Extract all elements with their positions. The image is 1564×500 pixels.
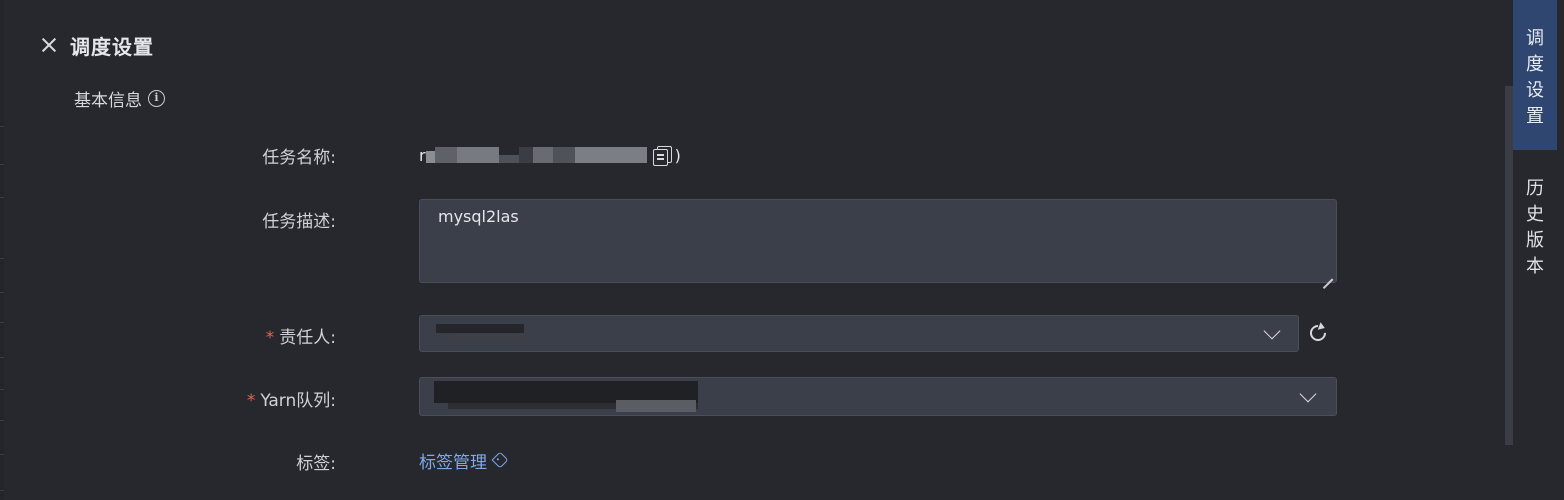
panel-header: 调度设置 bbox=[38, 30, 154, 60]
redacted-block bbox=[616, 400, 696, 412]
side-tab-char: 历 bbox=[1526, 178, 1544, 199]
redacted-block bbox=[425, 151, 435, 163]
tag-icon bbox=[491, 451, 509, 469]
info-icon[interactable]: i bbox=[148, 89, 165, 107]
schedule-settings-panel: 调度设置 基本信息 i 任务名称: r ) 任务描述: mysql2las * 责… bbox=[0, 0, 1504, 500]
copy-icon[interactable] bbox=[652, 144, 674, 166]
chevron-down-icon bbox=[1299, 385, 1317, 402]
redacted-block bbox=[456, 147, 499, 163]
left-edge bbox=[0, 0, 4, 500]
yarn-queue-label: * Yarn队列: bbox=[247, 386, 336, 411]
required-mark: * bbox=[246, 391, 256, 411]
redacted-block bbox=[434, 147, 457, 163]
side-tab-char: 调 bbox=[1526, 28, 1544, 49]
side-tab-char: 史 bbox=[1526, 204, 1544, 225]
tag-manage-text: 标签管理 bbox=[419, 452, 487, 473]
redacted-block bbox=[552, 147, 575, 163]
owner-select[interactable] bbox=[419, 315, 1299, 352]
owner-label: * 责任人: bbox=[266, 323, 336, 348]
required-mark: * bbox=[265, 328, 275, 348]
task-desc-label: 任务描述: bbox=[262, 212, 336, 232]
yarn-queue-select[interactable] bbox=[419, 377, 1337, 416]
task-name-value: r ) bbox=[419, 140, 681, 170]
task-desc-value: mysql2las bbox=[438, 207, 519, 226]
section-title: 基本信息 bbox=[74, 90, 142, 111]
side-tab-char: 设 bbox=[1526, 80, 1544, 101]
yarn-queue-label-text: Yarn队列: bbox=[260, 391, 336, 411]
side-tab-bar: 调 度 设 置 历 史 版 本 bbox=[1513, 0, 1564, 500]
section-basic-info: 基本信息 i bbox=[74, 86, 165, 111]
side-tab-schedule-settings[interactable]: 调 度 设 置 bbox=[1513, 0, 1557, 150]
task-desc-textarea[interactable]: mysql2las bbox=[419, 199, 1337, 289]
side-tab-history-versions[interactable]: 历 史 版 本 bbox=[1513, 176, 1557, 286]
tag-manage-link[interactable]: 标签管理 bbox=[419, 447, 509, 473]
resize-handle-icon[interactable] bbox=[1322, 268, 1333, 289]
redacted-block bbox=[532, 147, 553, 163]
panel-title: 调度设置 bbox=[70, 34, 154, 59]
task-name-prefix: r bbox=[419, 145, 426, 165]
side-tab-char: 版 bbox=[1526, 230, 1544, 251]
side-tab-char: 置 bbox=[1526, 106, 1544, 127]
refresh-icon[interactable] bbox=[1306, 321, 1330, 345]
scrollbar[interactable] bbox=[1505, 86, 1513, 445]
redacted-block bbox=[498, 155, 519, 163]
task-name-label: 任务名称: bbox=[262, 148, 336, 168]
redacted-block bbox=[450, 334, 522, 341]
side-tab-char: 本 bbox=[1526, 256, 1544, 277]
redacted-block bbox=[436, 324, 524, 333]
side-tab-char: 度 bbox=[1526, 54, 1544, 75]
task-name-suffix: ) bbox=[674, 145, 681, 165]
tags-label: 标签: bbox=[296, 454, 336, 474]
close-icon[interactable] bbox=[38, 34, 60, 56]
owner-label-text: 责任人: bbox=[279, 328, 336, 348]
redacted-block bbox=[574, 147, 647, 163]
redacted-block bbox=[518, 147, 533, 163]
chevron-down-icon bbox=[1263, 322, 1281, 339]
